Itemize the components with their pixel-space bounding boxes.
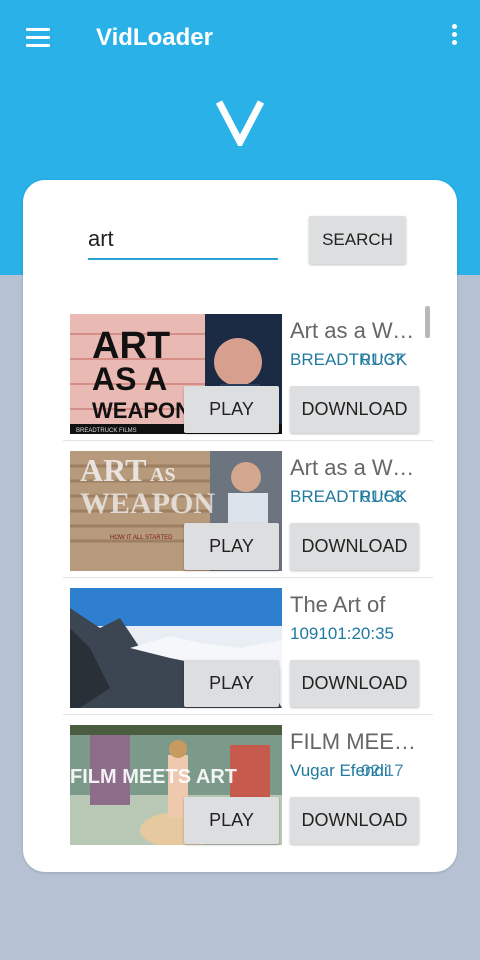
hamburger-icon[interactable] [26,28,50,48]
video-title: Art as a Weapon [290,455,422,480]
video-row[interactable]: FILM MEETS ART FILM MEETS ART Vugar Efen… [63,715,433,848]
thumb-text: AS A [92,361,167,397]
play-button[interactable]: PLAY [184,523,279,570]
play-button[interactable]: PLAY [184,660,279,707]
v-logo-icon [0,96,480,151]
download-button[interactable]: DOWNLOAD [290,386,419,433]
thumb-text: WEAPON [80,487,215,520]
thumb-caption: HOW IT ALL STARTED [110,535,173,541]
download-button[interactable]: DOWNLOAD [290,523,419,570]
search-button[interactable]: SEARCH [309,216,406,264]
search-input[interactable] [88,222,278,260]
thumb-text: AS [150,464,176,486]
video-duration: 02:17 [361,761,404,780]
video-title: The Art of [290,592,386,617]
download-button[interactable]: DOWNLOAD [290,797,419,844]
play-button[interactable]: PLAY [184,386,279,433]
thumb-text: ART [80,452,146,488]
video-row[interactable]: The Art of 109101:20:35 PLAY DOWNLOAD [63,578,433,715]
video-duration: 01:58 [361,487,404,506]
thumb-text: FILM MEETS ART [70,766,237,788]
app-bar: VidLoader [0,0,480,75]
video-title: FILM MEETS ART [290,729,422,754]
video-duration: 01:37 [361,350,404,369]
video-channel: 109101:20:35 [290,624,394,643]
app-title: VidLoader [96,24,213,51]
thumb-caption: BREADTRUCK FILMS [76,428,137,434]
download-button[interactable]: DOWNLOAD [290,660,419,707]
thumb-text: WEAPON [92,398,191,423]
more-vert-icon[interactable] [450,24,458,52]
video-row[interactable]: ART AS WEAPON HOW IT ALL STARTED Art as … [63,441,433,578]
video-list[interactable]: ART AS A WEAPON BREADTRUCK FILMS Art as … [63,304,433,848]
video-row[interactable]: ART AS A WEAPON BREADTRUCK FILMS Art as … [63,304,433,441]
play-button[interactable]: PLAY [184,797,279,844]
video-title: Art as a Weapon [290,318,422,343]
list-scrollbar[interactable] [425,306,430,338]
